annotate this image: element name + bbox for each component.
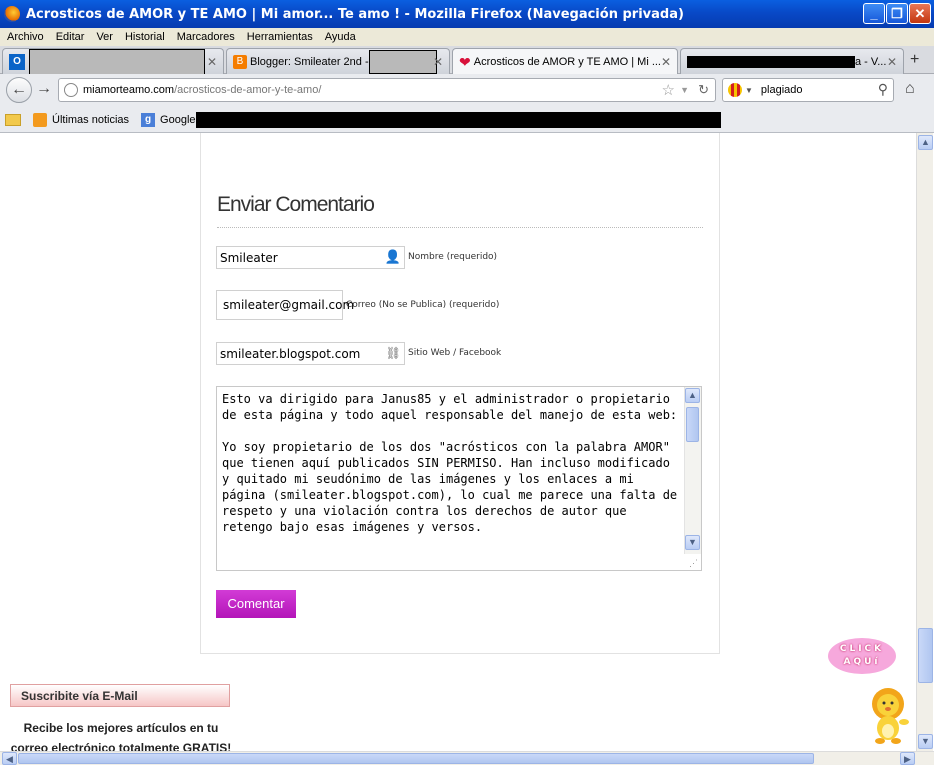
blogger-icon: B [233, 54, 247, 69]
close-button[interactable]: ✕ [909, 3, 931, 24]
google-icon: g [141, 112, 156, 127]
scroll-thumb[interactable] [686, 407, 699, 442]
tab-2[interactable]: B Blogger: Smileater 2nd - ✕ [226, 48, 450, 74]
tab-close-icon[interactable]: ✕ [207, 55, 217, 69]
user-icon: 👤 [384, 250, 401, 265]
website-value: smileater.blogspot.com [220, 346, 361, 361]
page-scroll-thumb[interactable] [918, 628, 933, 683]
folder-icon[interactable] [5, 113, 21, 126]
navigation-bar: ← → miamorteamo.com /acrosticos-de-amor-… [0, 74, 934, 107]
menu-ver[interactable]: Ver [96, 31, 113, 43]
menu-ayuda[interactable]: Ayuda [325, 31, 356, 43]
heart-icon: ❤ [459, 53, 471, 70]
redacted-tab-label [368, 49, 437, 74]
star-icon[interactable]: ☆ [662, 81, 675, 99]
cloud-text-line-2: AQUí [843, 657, 881, 667]
scroll-down-icon[interactable]: ▼ [685, 535, 700, 550]
menu-marcadores[interactable]: Marcadores [177, 31, 235, 43]
tab-1[interactable]: O ✕ [2, 48, 224, 74]
page-scroll-down-icon[interactable]: ▼ [918, 734, 933, 749]
page-hscroll-thumb[interactable] [18, 753, 814, 764]
website-input[interactable]: smileater.blogspot.com ⛓ [216, 342, 405, 365]
click-here-cloud-button[interactable]: CLICK AQUí [828, 638, 896, 674]
firefox-logo-icon [4, 6, 20, 22]
url-domain: miamorteamo.com [83, 84, 175, 96]
window-title: Acrosticos de AMOR y TE AMO | Mi amor...… [26, 6, 684, 22]
minimize-button[interactable]: _ [863, 3, 885, 24]
menu-archivo[interactable]: Archivo [7, 31, 44, 43]
subscribe-title: Suscribite vía E-Mail [10, 684, 230, 707]
page-content: Enviar Comentario Smileater 👤 Nombre (re… [0, 133, 916, 751]
tab-bar: O ✕ B Blogger: Smileater 2nd - ✕ ❤ Acros… [0, 46, 934, 75]
tab-close-icon[interactable]: ✕ [433, 55, 443, 69]
rss-icon [33, 112, 47, 127]
name-label: Nombre (requerido) [408, 252, 498, 262]
page-scroll-right-icon[interactable]: ▶ [900, 752, 915, 765]
page-horizontal-scrollbar[interactable]: ◀ ▶ [0, 751, 934, 765]
page-vertical-scrollbar[interactable]: ▲ ▼ [916, 133, 933, 751]
redacted-tab-label [29, 49, 205, 74]
website-label: Sitio Web / Facebook [408, 348, 502, 358]
search-input[interactable]: plagiado [761, 84, 803, 96]
tab-label: Blogger: Smileater 2nd - [250, 55, 369, 68]
tab-4[interactable]: a - V... ✕ [680, 48, 904, 74]
email-value: smileater@gmail.com [223, 298, 355, 312]
back-button[interactable]: ← [6, 77, 32, 103]
reload-icon[interactable]: ↻ [698, 82, 709, 98]
new-tab-button[interactable]: + [910, 51, 919, 69]
home-button[interactable]: ⌂ [905, 80, 915, 98]
outlook-icon: O [9, 53, 25, 70]
page-scroll-left-icon[interactable]: ◀ [2, 752, 17, 765]
menu-editar[interactable]: Editar [56, 31, 85, 43]
email-label: Correo (No se Publica) (requerido) [346, 300, 500, 310]
textarea-scrollbar[interactable]: ▲ ▼ [684, 387, 701, 554]
tab-label: a - V... [855, 55, 887, 68]
scroll-up-icon[interactable]: ▲ [685, 388, 700, 403]
url-bar[interactable]: miamorteamo.com /acrosticos-de-amor-y-te… [58, 78, 716, 102]
subscribe-text: Recibe los mejores artículos en tu corre… [10, 721, 232, 751]
bookmark-ultimas-noticias[interactable]: Últimas noticias [52, 114, 129, 126]
lion-mascot-icon[interactable] [866, 686, 912, 744]
menu-bar: Archivo Editar Ver Historial Marcadores … [0, 28, 934, 46]
tab-close-icon[interactable]: ✕ [661, 55, 671, 69]
bookmarks-bar: Últimas noticias g Google [0, 107, 934, 133]
forward-button[interactable]: → [36, 80, 52, 98]
submit-comment-button[interactable]: Comentar [216, 590, 296, 618]
menu-historial[interactable]: Historial [125, 31, 165, 43]
tab-close-icon[interactable]: ✕ [887, 55, 897, 69]
name-value: Smileater [220, 250, 278, 265]
search-engine-icon[interactable] [728, 83, 742, 97]
dropdown-icon[interactable]: ▼ [680, 85, 689, 95]
resize-grip-icon[interactable]: ⋰ [689, 558, 698, 569]
link-icon: ⛓ [385, 346, 401, 360]
bookmark-google[interactable]: Google [160, 114, 195, 126]
comment-heading: Enviar Comentario [217, 193, 375, 216]
heading-divider [217, 227, 703, 228]
search-bar[interactable]: ▼ plagiado ⚲ [722, 78, 894, 102]
tab-label: Acrosticos de AMOR y TE AMO | Mi ... [473, 56, 661, 68]
menu-herramientas[interactable]: Herramientas [247, 31, 313, 43]
comment-textarea[interactable]: Esto va dirigido para Janus85 y el admin… [216, 386, 702, 571]
search-engine-dropdown-icon[interactable]: ▼ [745, 86, 753, 95]
maximize-button[interactable]: ❐ [886, 3, 908, 24]
tab-active[interactable]: ❤ Acrosticos de AMOR y TE AMO | Mi ... ✕ [452, 48, 678, 75]
window-titlebar: Acrosticos de AMOR y TE AMO | Mi amor...… [0, 0, 934, 28]
url-path: /acrosticos-de-amor-y-te-amo/ [174, 84, 322, 96]
redacted-tab-label [687, 55, 855, 68]
comment-text: Esto va dirigido para Janus85 y el admin… [222, 392, 678, 534]
globe-icon [64, 83, 78, 97]
search-icon[interactable]: ⚲ [878, 81, 888, 98]
page-scroll-up-icon[interactable]: ▲ [918, 135, 933, 150]
email-input[interactable]: smileater@gmail.com [216, 290, 354, 320]
cloud-text-line-1: CLICK [839, 644, 885, 654]
redacted-bookmarks [196, 112, 721, 128]
name-input[interactable]: Smileater 👤 [216, 246, 405, 269]
